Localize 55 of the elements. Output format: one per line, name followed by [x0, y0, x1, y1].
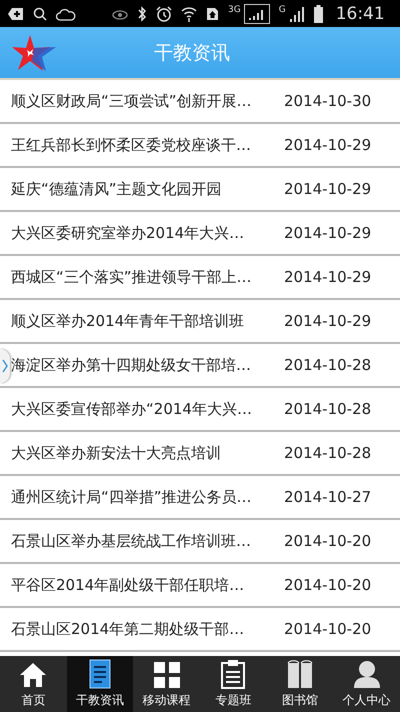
news-date: 2014-10-29 [284, 312, 372, 330]
battery-icon [314, 4, 323, 22]
drawer-handle[interactable] [0, 349, 10, 383]
news-date: 2014-10-29 [284, 136, 372, 154]
news-title: 大兴区委研究室举办2014年大兴… [11, 224, 246, 242]
news-date: 2014-10-29 [284, 224, 372, 242]
news-date: 2014-10-20 [284, 576, 372, 594]
add-notification-icon [8, 6, 24, 20]
document-icon [89, 659, 111, 689]
grid-icon [152, 661, 181, 689]
news-date: 2014-10-29 [284, 268, 372, 286]
alarm-clock-icon [156, 6, 172, 22]
chevron-right-icon [2, 359, 8, 373]
signal-icon [288, 6, 305, 22]
news-title: 西城区“三个落实”推进领导干部上… [11, 268, 253, 286]
news-date: 2014-10-20 [284, 532, 372, 550]
wifi-icon [181, 6, 197, 22]
news-title: 大兴区委宣传部举办“2014年大兴… [11, 400, 253, 418]
home-icon [18, 661, 48, 689]
clock-time: 16:41 [336, 4, 385, 24]
news-title: 通州区统计局“四举措”推进公务员… [11, 488, 253, 506]
news-date: 2014-10-30 [284, 92, 372, 110]
nav-tab[interactable]: 专题班 [200, 656, 267, 712]
nav-tab[interactable]: 移动课程 [133, 656, 200, 712]
news-date: 2014-10-28 [284, 356, 372, 374]
news-title: 王红兵部长到怀柔区委党校座谈干… [11, 136, 252, 154]
clipboard-icon [220, 659, 246, 689]
eye-icon [112, 8, 128, 20]
home-sim-icon [206, 6, 219, 20]
nav-tab[interactable]: 图书馆 [266, 656, 334, 712]
news-date: 2014-10-20 [284, 620, 372, 638]
news-date: 2014-10-29 [284, 180, 372, 198]
person-icon [352, 659, 382, 689]
signal-icon [244, 4, 270, 24]
news-date: 2014-10-27 [284, 488, 372, 506]
news-title: 顺义区财政局“三项尝试”创新开展… [11, 92, 253, 110]
news-title: 平谷区2014年副处级干部任职培… [11, 576, 246, 594]
nav-tab[interactable]: 个人中心 [333, 656, 400, 712]
search-icon [33, 6, 47, 20]
network-type-label: 3G [228, 5, 241, 15]
news-title: 顺义区举办2014年青年干部培训班 [11, 312, 246, 330]
nav-tab[interactable]: 首页 [0, 656, 67, 712]
news-date: 2014-10-28 [284, 400, 372, 418]
news-date: 2014-10-28 [284, 444, 372, 462]
nav-tab[interactable]: 干教资讯 [66, 656, 134, 712]
news-title: 延庆“德蕴清风”主题文化园开园 [11, 180, 223, 198]
cloud-icon [56, 6, 76, 20]
books-icon [285, 659, 316, 689]
news-title: 海淀区举办第十四期处级女干部培… [11, 356, 252, 374]
news-title: 大兴区举办新安法十大亮点培训 [11, 444, 222, 462]
news-title: 石景山区2014年第二期处级干部… [11, 620, 246, 638]
page-title: 干教资讯 [154, 40, 230, 66]
bluetooth-icon [137, 6, 147, 22]
network-type-label: G [278, 5, 286, 15]
news-title: 石景山区举办基层统战工作培训班… [11, 532, 252, 550]
